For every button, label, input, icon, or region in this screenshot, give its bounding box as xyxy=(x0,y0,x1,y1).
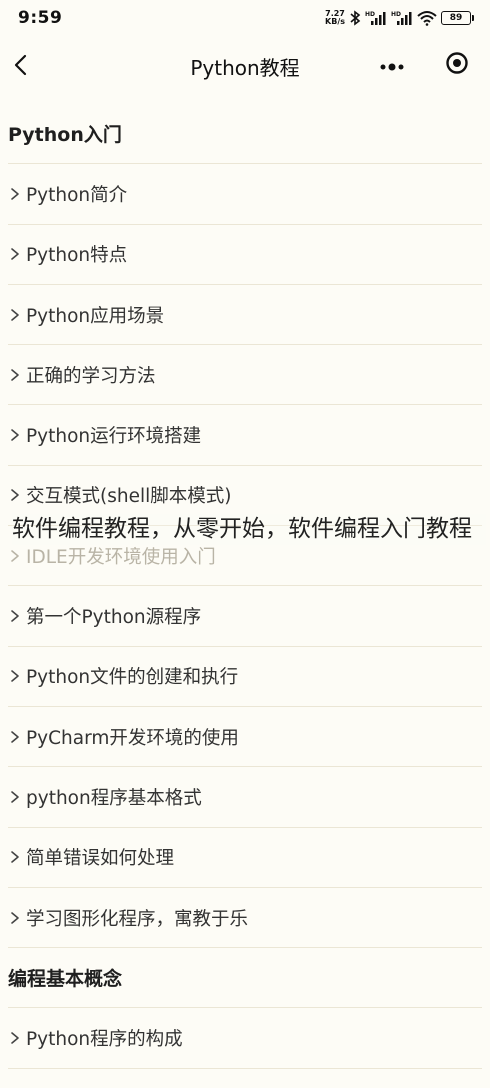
status-time: 9:59 xyxy=(18,8,63,28)
network-speed: 7.27 KB/s xyxy=(325,10,345,26)
menu-item-label: 交互模式(shell脚本模式) xyxy=(26,486,232,508)
chevron-right-icon xyxy=(8,487,22,503)
signal-1-hd-label: HD xyxy=(365,11,375,18)
chevron-right-icon xyxy=(8,608,22,624)
nav-bar: Python教程 xyxy=(0,40,490,90)
chevron-right-icon xyxy=(8,910,22,926)
section-title: 编程基本概念 xyxy=(8,968,123,991)
wifi-icon xyxy=(417,10,437,26)
close-button[interactable] xyxy=(442,50,472,80)
menu-item[interactable]: Python文件的创建和执行 xyxy=(8,647,482,707)
menu-item[interactable]: 学习图形化程序，寓教于乐 xyxy=(8,888,482,949)
chevron-right-icon xyxy=(8,427,22,443)
menu-item-label: Python运行环境搭建 xyxy=(26,426,202,448)
chevron-right-icon xyxy=(8,729,22,745)
menu-item[interactable]: Python简介 xyxy=(8,164,482,225)
menu-item-label: Python文件的创建和执行 xyxy=(26,667,239,689)
chevron-right-icon xyxy=(8,789,22,805)
section-header: Python入门 xyxy=(8,104,482,165)
chevron-right-icon xyxy=(8,1030,22,1046)
chevron-right-icon xyxy=(8,849,22,865)
status-icons: 7.27 KB/s HD HD 89 xyxy=(325,10,474,26)
menu-item-label: 正确的学习方法 xyxy=(26,365,156,387)
menu-item[interactable]: Python运行环境搭建 xyxy=(8,405,482,466)
chevron-right-icon xyxy=(8,307,22,323)
status-bar: 9:59 7.27 KB/s HD HD 89 xyxy=(0,0,490,36)
mini-program-capsule xyxy=(372,50,472,80)
signal-1-icon: HD xyxy=(365,10,387,26)
battery-level: 89 xyxy=(441,11,471,25)
menu-item[interactable]: Python应用场景 xyxy=(8,285,482,346)
menu-item-label: IDLE开发环境使用入门 xyxy=(26,546,216,568)
menu-item-label: 简单错误如何处理 xyxy=(26,848,175,870)
tutorial-menu-list: Python入门 Python简介 Python特点 Python应用场景 正确的学习方… xyxy=(8,104,482,1069)
menu-item[interactable]: 第一个Python源程序 xyxy=(8,586,482,647)
overlay-caption: 软件编程教程，从零开始，软件编程入门教程 xyxy=(12,514,486,545)
menu-item-label: PyCharm开发环境的使用 xyxy=(26,727,239,749)
menu-item[interactable]: Python特点 xyxy=(8,225,482,285)
section-header: 编程基本概念 xyxy=(8,948,482,1009)
more-dots-icon xyxy=(379,56,405,75)
menu-item-label: 第一个Python源程序 xyxy=(26,607,202,629)
menu-item[interactable]: python程序基本格式 xyxy=(8,767,482,828)
chevron-right-icon xyxy=(8,668,22,684)
menu-item-label: Python简介 xyxy=(26,184,128,206)
menu-item[interactable]: 正确的学习方法 xyxy=(8,345,482,406)
signal-2-hd-label: HD xyxy=(391,11,401,18)
menu-item-label: Python应用场景 xyxy=(26,305,165,327)
menu-item-label: Python程序的构成 xyxy=(26,1029,183,1051)
battery-icon: 89 xyxy=(441,11,474,25)
chevron-right-icon xyxy=(8,186,22,202)
signal-2-icon: HD xyxy=(391,10,413,26)
menu-item[interactable]: PyCharm开发环境的使用 xyxy=(8,707,482,768)
app-screen: 9:59 7.27 KB/s HD HD 89 Python教程 Python入… xyxy=(0,0,490,1088)
menu-item-label: 学习图形化程序，寓教于乐 xyxy=(26,908,249,930)
more-button[interactable] xyxy=(372,50,412,80)
menu-item[interactable]: Python程序的构成 xyxy=(8,1008,482,1069)
section-title: Python入门 xyxy=(8,124,122,147)
target-close-icon xyxy=(445,51,469,79)
bluetooth-icon xyxy=(349,10,361,26)
chevron-right-icon xyxy=(8,548,22,564)
chevron-right-icon xyxy=(8,246,22,262)
menu-item-label: Python特点 xyxy=(26,245,128,267)
menu-item[interactable]: 简单错误如何处理 xyxy=(8,828,482,888)
menu-item-label: python程序基本格式 xyxy=(26,787,202,809)
chevron-right-icon xyxy=(8,367,22,383)
network-speed-unit: KB/s xyxy=(325,17,345,26)
